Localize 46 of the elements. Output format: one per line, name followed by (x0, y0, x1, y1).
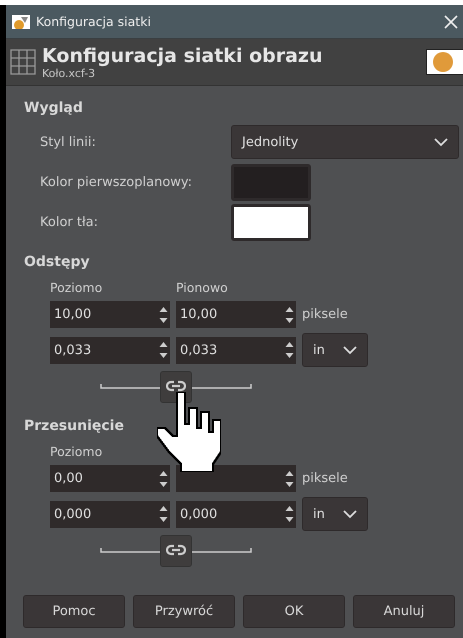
section-heading: Wygląd (24, 100, 84, 116)
number-field[interactable]: 0,033 (176, 336, 296, 364)
column-label: Poziomo (50, 280, 102, 295)
chain-toggle-button[interactable] (160, 535, 192, 567)
bracket-line-icon (100, 548, 160, 554)
section-heading: Odstępy (24, 254, 91, 270)
chevron-down-icon (343, 510, 357, 518)
chevron-down-icon (434, 138, 448, 146)
circle-icon (433, 52, 453, 72)
app-icon (12, 14, 30, 28)
hand-cursor-icon (157, 392, 221, 472)
bracket-line-icon (192, 548, 252, 554)
color-swatch[interactable] (231, 204, 311, 240)
window-title: Konfiguracja siatki (36, 14, 152, 29)
bracket-line-icon (100, 384, 160, 390)
dialog-button[interactable]: Przywróć (133, 595, 235, 628)
unit-label: piksele (302, 471, 348, 486)
color-swatch[interactable] (231, 164, 311, 200)
number-field[interactable]: 0,000 (176, 500, 296, 528)
dialog-button[interactable]: OK (243, 595, 345, 628)
dialog-title: Konfiguracja siatki obrazu (42, 44, 324, 66)
chain-link-icon (166, 544, 186, 558)
number-field[interactable]: 0,033 (50, 336, 170, 364)
field-label: Kolor pierwszoplanowy: (40, 174, 194, 190)
column-label: Poziomo (50, 444, 102, 459)
number-field[interactable]: 0,00 (50, 465, 170, 492)
image-name: Koło.xcf-3 (42, 66, 96, 80)
grid-icon (10, 49, 36, 75)
chevron-down-icon (343, 346, 357, 354)
section-heading: Przesunięcie (24, 418, 125, 434)
dialog-button[interactable]: Pomoc (23, 595, 125, 628)
dialog-button[interactable]: Anuluj (353, 595, 455, 628)
number-field[interactable]: 10,00 (50, 301, 170, 328)
number-field[interactable]: 10,00 (176, 301, 296, 328)
chain-link-icon (166, 380, 186, 394)
field-label: Styl linii: (40, 134, 97, 150)
unit-label: piksele (302, 307, 348, 322)
unit-dropdown[interactable]: in (302, 333, 368, 367)
bracket-line-icon (192, 384, 252, 390)
number-field[interactable] (176, 465, 296, 492)
close-icon[interactable] (444, 14, 458, 28)
line-style-dropdown[interactable]: Jednolity (231, 125, 459, 159)
field-label: Kolor tła: (40, 214, 100, 230)
number-field[interactable]: 0,000 (50, 500, 170, 528)
column-label: Pionowo (176, 280, 228, 295)
unit-dropdown[interactable]: in (302, 497, 368, 531)
